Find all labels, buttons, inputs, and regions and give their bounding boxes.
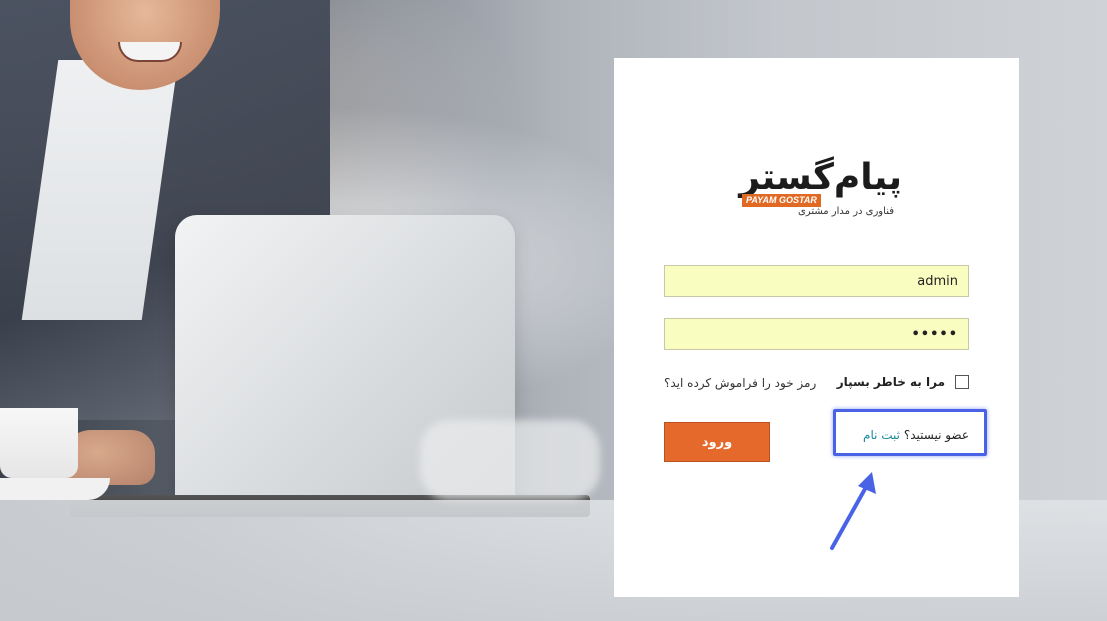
password-input[interactable] <box>664 318 969 350</box>
signup-row: عضو نیستید؟ ثبت نام <box>863 428 969 442</box>
annotation-arrow-icon <box>830 472 876 550</box>
remember-me[interactable]: مرا به خاطر بسپار <box>837 375 969 389</box>
coffee-cup <box>0 408 78 478</box>
remember-me-checkbox[interactable] <box>955 375 969 389</box>
signup-question: عضو نیستید؟ <box>903 428 969 442</box>
login-button[interactable]: ورود <box>664 422 770 462</box>
signup-link[interactable]: ثبت نام <box>863 428 900 442</box>
saucer <box>0 478 110 500</box>
logo-tagline: فناوری در مدار مشتری <box>797 206 894 217</box>
forgot-password-link[interactable]: رمز خود را فراموش کرده اید؟ <box>664 376 816 390</box>
logo-wordmark: پیام‌گستر <box>739 157 903 198</box>
remember-me-label: مرا به خاطر بسپار <box>836 375 945 389</box>
person-smile <box>118 42 182 62</box>
username-input[interactable] <box>664 265 969 297</box>
blurred-object <box>420 420 600 500</box>
brand-logo: پیام‌گستر PAYAM GOSTAR فناوری در مدار مش… <box>739 157 903 222</box>
